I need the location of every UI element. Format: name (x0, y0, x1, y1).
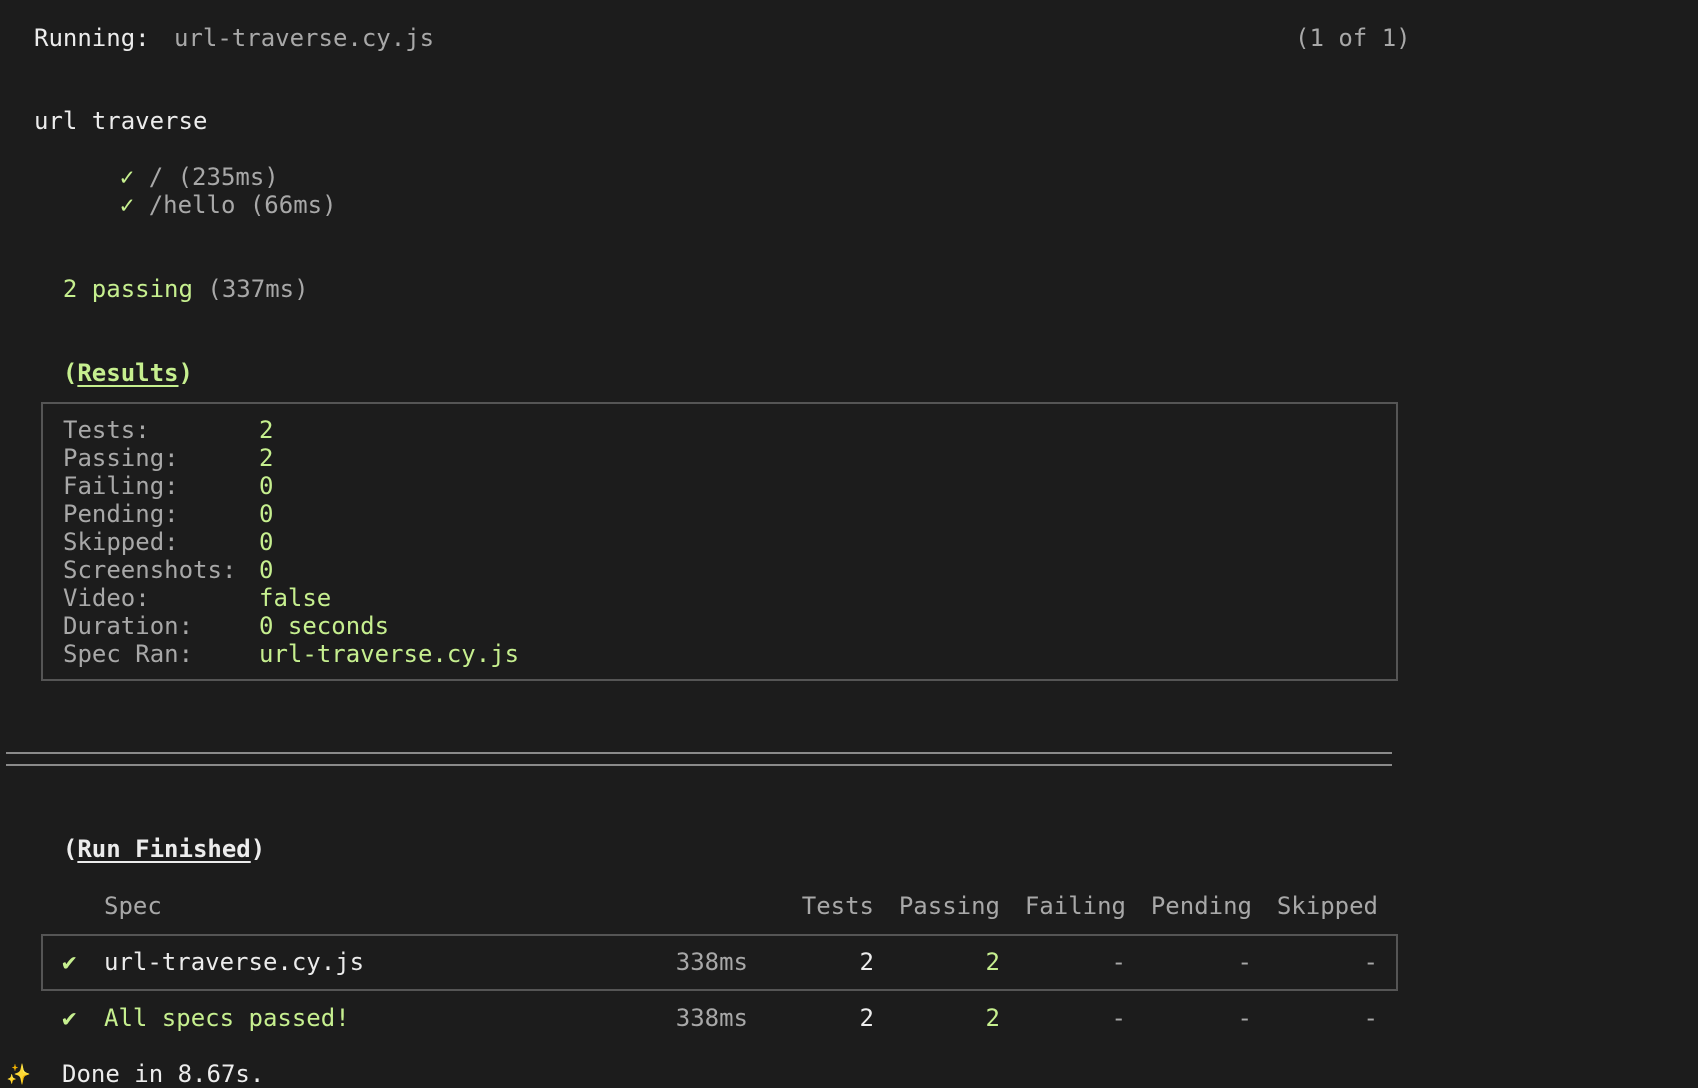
check-icon: ✔ (62, 948, 77, 976)
spec-pending-count: - (1237, 948, 1252, 976)
results-box: Tests: 2 Passing: 2 Failing: 0 Pending: 0 Sk… (41, 402, 1398, 681)
passing-count: 2 passing (62, 275, 193, 303)
running-spec-file: url-traverse.cy.js (174, 24, 435, 52)
total-skipped-count: - (1363, 1004, 1378, 1032)
spec-counter: (1 of 1) (1295, 24, 1411, 52)
total-passing-count: 2 (985, 1004, 1000, 1032)
run-finished-heading: (Run Finished) (62, 835, 266, 863)
passing-duration: (337ms) (207, 275, 309, 303)
table-header-tests: Tests (801, 892, 874, 920)
total-tests-count: 2 (859, 1004, 874, 1032)
passing-summary: 2 passing (337ms) (34, 247, 309, 303)
total-failing-count: - (1111, 1004, 1126, 1032)
all-specs-passed: All specs passed! (104, 1004, 350, 1032)
table-header-pending: Pending (1150, 892, 1252, 920)
done-message: Done in 8.67s. (62, 1060, 265, 1088)
spec-filename: url-traverse.cy.js (104, 948, 365, 976)
running-label: Running: (34, 24, 150, 52)
spec-tests-count: 2 (859, 948, 874, 976)
sparkle-icon: ✨ (6, 1062, 31, 1086)
spec-passing-count: 2 (985, 948, 1000, 976)
run-finished-title: Run Finished (77, 835, 251, 863)
test-duration: (66ms) (249, 191, 337, 219)
results-title: Results (77, 359, 179, 387)
test-name: /hello (148, 191, 236, 219)
check-icon: ✔ (62, 1004, 77, 1032)
test-item: ✓ /hello (66ms) (62, 163, 337, 247)
table-header-passing: Passing (898, 892, 1000, 920)
check-icon: ✓ (119, 191, 135, 219)
table-header-failing: Failing (1024, 892, 1126, 920)
spec-duration: 338ms (675, 948, 748, 976)
spec-skipped-count: - (1363, 948, 1378, 976)
table-header-skipped: Skipped (1276, 892, 1378, 920)
suite-title: url traverse (34, 107, 208, 135)
separator-line (6, 752, 1392, 766)
total-duration: 338ms (675, 1004, 748, 1032)
total-pending-count: - (1237, 1004, 1252, 1032)
table-header-spec: Spec (104, 892, 162, 920)
spec-failing-count: - (1111, 948, 1126, 976)
results-heading: (Results) (62, 359, 193, 387)
